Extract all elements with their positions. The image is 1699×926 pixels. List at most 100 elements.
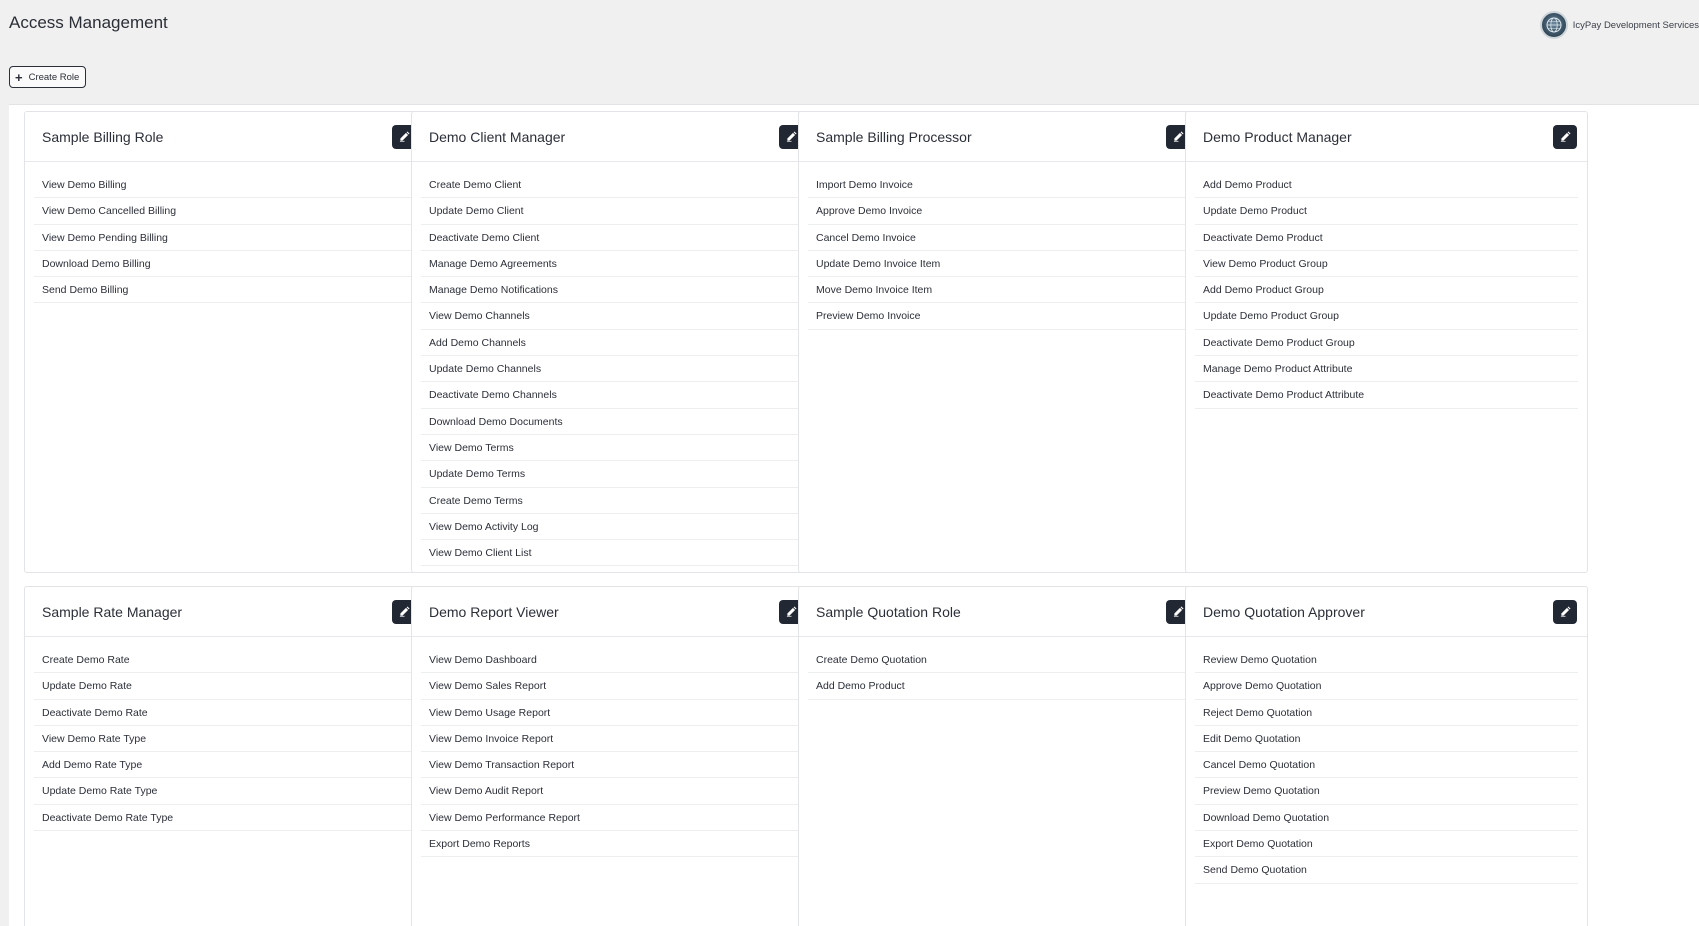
permission-item: Create Demo Quotation (808, 647, 1191, 674)
permission-item: View Demo Client List (421, 540, 804, 567)
permission-item: View Demo Sales Report (421, 673, 804, 700)
permission-item: View Demo Product Group (1195, 251, 1578, 278)
permission-item: View Demo Pending Billing (34, 225, 417, 251)
permission-item: Add Demo Rate Type (34, 752, 417, 779)
permission-item: Edit Demo Quotation (1195, 726, 1578, 753)
role-card-header: Demo Product Manager (1186, 112, 1587, 162)
role-card: Sample Billing Role View Demo Billing View… (24, 111, 427, 573)
edit-icon (786, 131, 797, 142)
permission-item: Download Demo Documents (421, 409, 804, 435)
role-card: Sample Quotation Role Create Demo Quotati… (798, 586, 1201, 926)
role-card: Demo Report Viewer View Demo Dashboard Vie… (411, 586, 814, 926)
edit-icon (1560, 606, 1571, 617)
permission-item: Import Demo Invoice (808, 172, 1191, 199)
role-title: Sample Billing Processor (816, 128, 972, 145)
create-role-button[interactable]: + Create Role (9, 66, 87, 88)
account-menu[interactable]: IcyPay Development Services (1539, 11, 1699, 39)
permission-item: View Demo Terms (421, 435, 804, 462)
permission-item: Preview Demo Quotation (1195, 778, 1578, 805)
role-card: Demo Product Manager Add Demo Product Upda… (1185, 111, 1588, 573)
permission-item: View Demo Cancelled Billing (34, 198, 417, 225)
role-card-header: Demo Quotation Approver (1186, 587, 1587, 637)
role-title: Sample Billing Role (42, 128, 164, 145)
permission-item: Download Demo Quotation (1195, 805, 1578, 832)
permission-item: View Demo Audit Report (421, 778, 804, 805)
permission-item: View Demo Billing (34, 172, 417, 199)
permission-item: Manage Demo Agreements (421, 251, 804, 278)
permission-list: View Demo Billing View Demo Cancelled Bil… (25, 162, 426, 304)
permission-item: Reject Demo Quotation (1195, 700, 1578, 726)
permission-list: View Demo Dashboard View Demo Sales Repor… (412, 637, 813, 858)
permission-item: View Demo Channels (421, 303, 804, 330)
permission-item: Approve Demo Quotation (1195, 673, 1578, 700)
permission-item: Send Demo Quotation (1195, 857, 1578, 884)
permission-item: Update Demo Channels (421, 356, 804, 383)
role-card-header: Demo Client Manager (412, 112, 813, 162)
permission-item: Cancel Demo Invoice (808, 225, 1191, 251)
edit-role-button[interactable] (1553, 599, 1577, 624)
permission-item: Add Demo Channels (421, 330, 804, 357)
role-card-header: Sample Billing Role (25, 112, 426, 162)
permission-item: Create Demo Terms (421, 488, 804, 514)
permission-item: View Demo Dashboard (421, 647, 804, 674)
create-role-label: Create Role (28, 71, 80, 83)
role-title: Sample Quotation Role (816, 603, 961, 620)
page-title: Access Management (9, 13, 168, 32)
role-card: Demo Quotation Approver Review Demo Quota… (1185, 586, 1588, 926)
roles-panel: Sample Billing Role View Demo Billing View… (9, 104, 1699, 926)
permission-item: Move Demo Invoice Item (808, 277, 1191, 304)
permission-item: Deactivate Demo Product Group (1195, 330, 1578, 357)
role-card-header: Sample Rate Manager (25, 587, 426, 637)
permission-item: Update Demo Product (1195, 198, 1578, 225)
permission-item: Update Demo Invoice Item (808, 251, 1191, 278)
permission-list: Add Demo Product Update Demo Product Deact… (1186, 162, 1587, 409)
permission-item: Deactivate Demo Channels (421, 382, 804, 409)
permission-item: Deactivate Demo Rate Type (34, 805, 417, 832)
globe-logo-icon[interactable] (1539, 11, 1568, 39)
role-title: Demo Quotation Approver (1203, 603, 1365, 620)
permission-item: Deactivate Demo Product (1195, 225, 1578, 251)
role-card-header: Sample Billing Processor (799, 112, 1200, 162)
plus-icon: + (15, 69, 23, 85)
permission-item: View Demo Summary (421, 566, 804, 572)
edit-role-button[interactable] (1553, 124, 1577, 149)
permission-item: Update Demo Rate (34, 673, 417, 700)
permission-item: Update Demo Terms (421, 461, 804, 488)
permission-item: View Demo Rate Type (34, 726, 417, 753)
role-title: Sample Rate Manager (42, 603, 183, 620)
edit-icon (399, 131, 410, 142)
edit-icon (399, 606, 410, 617)
permission-list: Review Demo Quotation Approve Demo Quotat… (1186, 637, 1587, 884)
permission-item: Manage Demo Product Attribute (1195, 356, 1578, 383)
permission-item: Export Demo Reports (421, 831, 804, 858)
permission-item: Send Demo Billing (34, 277, 417, 304)
role-title: Demo Report Viewer (429, 603, 559, 620)
permission-item: Manage Demo Notifications (421, 277, 804, 304)
role-card-header: Sample Quotation Role (799, 587, 1200, 637)
permission-item: Update Demo Client (421, 198, 804, 225)
permission-item: Approve Demo Invoice (808, 198, 1191, 225)
permission-list: Create Demo Client Update Demo Client Deac… (412, 162, 813, 572)
permission-item: Deactivate Demo Client (421, 225, 804, 251)
permission-item: Export Demo Quotation (1195, 831, 1578, 858)
role-title: Demo Product Manager (1203, 128, 1352, 145)
permission-item: Create Demo Client (421, 172, 804, 199)
edit-icon (786, 606, 797, 617)
edit-icon (1560, 131, 1571, 142)
permission-list: Create Demo Rate Update Demo Rate Deactiva… (25, 637, 426, 832)
permission-item: Cancel Demo Quotation (1195, 752, 1578, 779)
account-name[interactable]: IcyPay Development Services (1573, 20, 1699, 31)
permission-item: View Demo Usage Report (421, 700, 804, 726)
permission-item: Update Demo Product Group (1195, 303, 1578, 330)
permission-item: Download Demo Billing (34, 251, 417, 278)
edit-icon (1173, 131, 1184, 142)
permission-item: Add Demo Product (1195, 172, 1578, 199)
permission-item: View Demo Activity Log (421, 514, 804, 541)
permission-item: Add Demo Product Group (1195, 277, 1578, 304)
role-card: Sample Billing Processor Import Demo Invo… (798, 111, 1201, 573)
permission-item: Create Demo Rate (34, 647, 417, 674)
permission-item: Review Demo Quotation (1195, 647, 1578, 674)
permission-list: Import Demo Invoice Approve Demo Invoice C… (799, 162, 1200, 330)
permission-item: Preview Demo Invoice (808, 303, 1191, 330)
role-card: Demo Client Manager Create Demo Client Upd… (411, 111, 814, 573)
